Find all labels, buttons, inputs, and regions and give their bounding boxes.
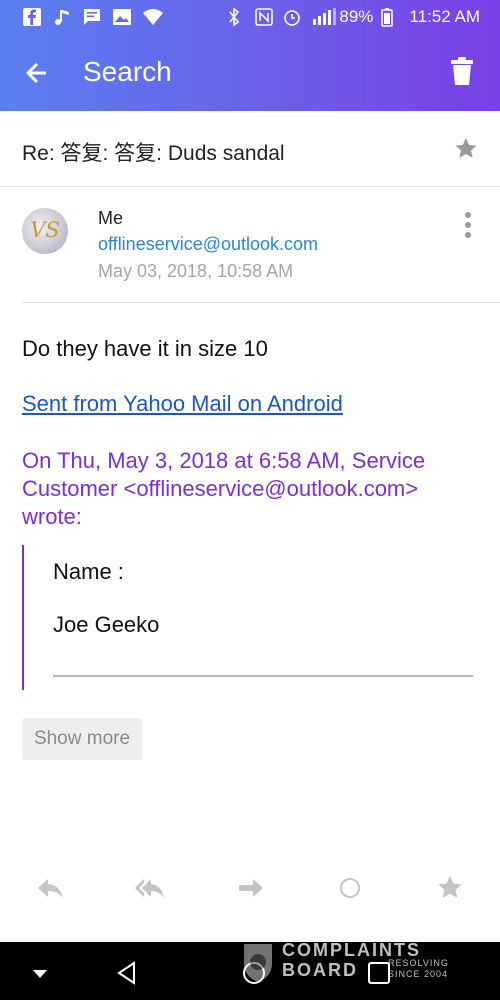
status-bar: 89% 11:52 AM: [0, 0, 500, 34]
quote-header: On Thu, May 3, 2018 at 6:58 AM, Service …: [22, 448, 426, 529]
forward-icon[interactable]: [236, 874, 266, 902]
watermark-line3: RESOLVING SINCE 2004: [388, 958, 449, 979]
email-action-bar: [0, 868, 500, 908]
watermark-logo-icon: [244, 944, 272, 982]
music-note-icon: [52, 7, 72, 27]
alarm-icon: [283, 7, 303, 27]
mark-unread-icon[interactable]: [336, 874, 366, 902]
quote-name-label: Name :: [53, 559, 124, 584]
quote-name-value: Joe Geeko: [53, 612, 160, 637]
sender-name: Me: [98, 208, 124, 228]
image-icon: [112, 7, 132, 27]
wifi-question-icon: [142, 7, 163, 27]
quote-rule: [53, 675, 473, 677]
email-date: May 03, 2018, 10:58 AM: [98, 261, 294, 281]
divider: [22, 302, 500, 303]
watermark: COMPLAINTS BOARD RESOLVING SINCE 2004: [240, 940, 460, 984]
trash-icon[interactable]: [448, 56, 476, 88]
bluetooth-icon: [227, 7, 247, 27]
star-action-icon[interactable]: [436, 874, 466, 902]
quoted-message: Name : Joe Geeko: [22, 545, 482, 690]
facebook-icon: [22, 7, 42, 27]
app-top-area: 89% 11:52 AM Search: [0, 0, 500, 111]
email-body-text: Do they have it in size 10: [22, 336, 268, 361]
page-title: Search: [83, 56, 172, 87]
watermark-line2: BOARD: [282, 960, 358, 980]
more-options-icon[interactable]: [460, 210, 476, 240]
status-bar-system: 89% 11:52 AM: [227, 7, 480, 27]
nav-down-icon[interactable]: [30, 960, 56, 986]
back-arrow-icon[interactable]: [20, 56, 56, 90]
email-subject: Re: 答复: 答复: Duds sandal: [22, 142, 285, 165]
app-header: Search: [0, 34, 500, 111]
status-bar-notifications: [22, 7, 163, 27]
avatar[interactable]: VS: [22, 208, 68, 254]
battery-percent: 89%: [339, 7, 374, 26]
signature-link[interactable]: Sent from Yahoo Mail on Android: [22, 391, 343, 417]
reply-all-icon[interactable]: [134, 874, 164, 902]
show-more-button[interactable]: Show more: [22, 718, 142, 760]
avatar-initials: VS: [30, 218, 60, 242]
reply-icon[interactable]: [36, 874, 66, 902]
message-icon: [82, 7, 102, 27]
email-subject-row: Re: 答复: 答复: Duds sandal: [0, 111, 500, 187]
battery-icon: [381, 7, 401, 27]
clock: 11:52 AM: [409, 7, 480, 26]
star-icon[interactable]: [454, 137, 478, 161]
signal-icon: [311, 7, 337, 27]
sender-email[interactable]: offlineservice@outlook.com: [98, 234, 318, 255]
nfc-icon: [255, 7, 275, 27]
nav-back-icon[interactable]: [114, 960, 140, 986]
